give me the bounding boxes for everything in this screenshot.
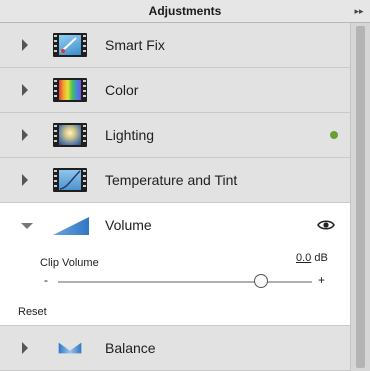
active-status-indicator: [330, 131, 338, 139]
adjustment-label: Balance: [105, 340, 156, 356]
clip-volume-unit: dB: [314, 252, 328, 264]
temperature-icon: [53, 168, 87, 192]
slider-max-symbol: +: [318, 273, 326, 287]
panel-header: Adjustments ▸▸: [0, 0, 370, 23]
collapse-arrow-icon[interactable]: [21, 223, 33, 229]
reset-button[interactable]: Reset: [18, 306, 47, 318]
expand-arrow-icon[interactable]: [22, 84, 28, 96]
scrollbar-thumb[interactable]: [356, 26, 365, 368]
volume-icon: [53, 217, 89, 235]
smart-fix-icon: [53, 33, 87, 57]
clip-volume-slider-knob[interactable]: [254, 274, 269, 288]
adjustments-panel: Adjustments ▸▸ Smart Fix Color Lighting …: [0, 0, 370, 371]
collapse-panel-button[interactable]: ▸▸: [352, 3, 366, 19]
adjustment-row-lighting[interactable]: Lighting: [0, 113, 350, 158]
adjustment-label: Smart Fix: [105, 37, 165, 53]
expand-arrow-icon[interactable]: [22, 39, 28, 51]
clip-volume-slider[interactable]: [58, 281, 312, 283]
adjustment-label: Temperature and Tint: [105, 172, 238, 188]
clip-volume-label: Clip Volume: [40, 257, 99, 269]
adjustment-row-smart-fix[interactable]: Smart Fix: [0, 23, 350, 68]
adjustment-label: Lighting: [105, 127, 155, 143]
adjustment-row-color[interactable]: Color: [0, 68, 350, 113]
adjustment-section-volume: Volume Clip Volume 0.0 dB - + Reset: [0, 203, 350, 326]
slider-min-symbol: -: [44, 273, 48, 287]
color-icon: [53, 78, 87, 102]
eye-icon[interactable]: [317, 219, 335, 231]
lighting-icon: [53, 123, 87, 147]
adjustment-label: Color: [105, 82, 139, 98]
adjustments-list: Smart Fix Color Lighting Temperature and…: [0, 23, 350, 371]
adjustment-label: Volume: [105, 217, 152, 233]
adjustment-row-temperature-tint[interactable]: Temperature and Tint: [0, 158, 350, 203]
scrollbar[interactable]: [350, 23, 370, 371]
expand-arrow-icon[interactable]: [22, 174, 28, 186]
expand-arrow-icon[interactable]: [22, 129, 28, 141]
panel-title: Adjustments: [148, 4, 222, 18]
clip-volume-value[interactable]: 0.0 dB: [296, 252, 328, 264]
balance-icon: [58, 342, 82, 354]
adjustment-row-balance[interactable]: Balance: [0, 326, 350, 371]
clip-volume-number[interactable]: 0.0: [296, 252, 311, 264]
expand-arrow-icon[interactable]: [22, 342, 28, 354]
